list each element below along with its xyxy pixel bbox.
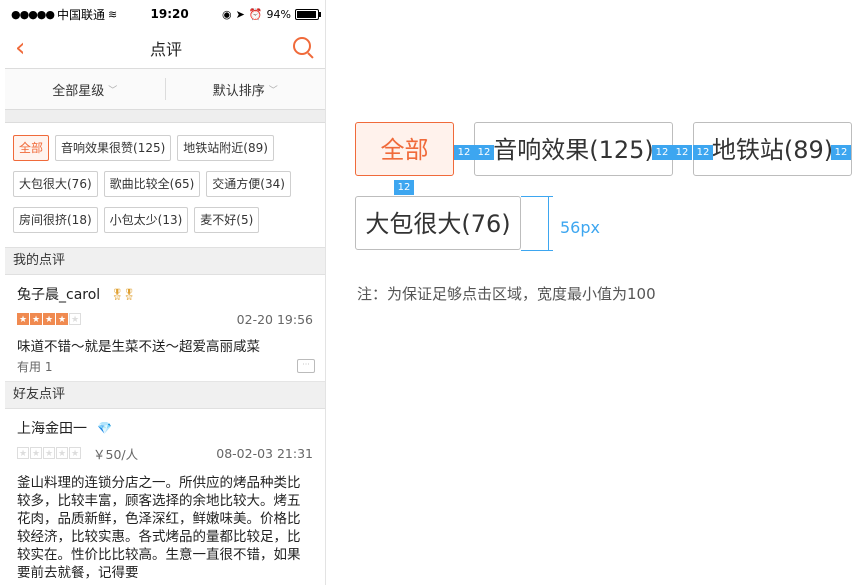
alarm-icon: ⏰	[248, 7, 263, 21]
wifi-icon: ≋	[108, 7, 118, 21]
spacing-marker: 12	[394, 180, 414, 195]
spec-tag-metro: 地铁站(89)	[693, 122, 852, 176]
status-time: 19:20	[150, 7, 189, 21]
review-text: 釜山料理的连锁分店之一。所供应的烤品种类比较多，比较丰富，顾客选择的余地比较大。…	[17, 475, 301, 581]
star-filled-icon: ★	[43, 313, 55, 325]
star-empty-icon: ★	[30, 447, 42, 459]
filter-sort-label: 默认排序	[212, 83, 265, 99]
tag-cloud: 全部 音响效果很赞(125) 地铁站附近(89) 大包很大(76) 歌曲比较全(…	[5, 123, 325, 248]
review-user-row: 兔子晨_carol 🎖🎖	[17, 283, 313, 305]
review-meta: ★ ★ ★ ★ ★ 02-20 19:56	[17, 310, 313, 328]
review-time: 08-02-03 21:31	[216, 445, 313, 461]
chevron-down-icon: ﹀	[268, 85, 278, 96]
review-item[interactable]: 上海金田一 💎 ★ ★ ★ ★ ★ ￥50/人 08-02-03 21:31 釜山料理的…	[5, 409, 325, 585]
tag-all[interactable]: 全部	[13, 135, 50, 161]
tag-row: 大包很大(76) 歌曲比较全(65) 交通方便(34)	[13, 171, 317, 197]
battery-percent: 94%	[266, 7, 291, 21]
review-username: 上海金田一	[17, 421, 87, 437]
battery-fill	[296, 10, 316, 18]
spacing-marker: 12	[652, 145, 672, 160]
nav-bar: ‹ 点评	[5, 28, 325, 69]
review-price: ￥50/人	[93, 446, 139, 462]
spec-note: 注：为保证足够点击区域，宽度最小值为100	[357, 285, 656, 303]
review-rating-price: ★ ★ ★ ★ ★ ￥50/人	[17, 444, 138, 463]
review-useful[interactable]: 有用 1	[17, 358, 313, 375]
signal-icon: ●●●●●	[11, 7, 55, 21]
section-friend-review: 好友点评	[5, 382, 325, 409]
comment-icon[interactable]: ···	[297, 359, 315, 373]
spec-tag-big-room: 大包很大(76)	[355, 196, 521, 250]
tag-small-rooms[interactable]: 小包太少(13)	[103, 207, 189, 233]
status-right: ◉ ➤ ⏰ 94%	[222, 7, 321, 21]
spec-tag-all: 全部	[355, 122, 454, 176]
star-empty-icon: ★	[17, 447, 29, 459]
back-icon[interactable]: ‹	[15, 35, 39, 61]
star-empty-icon: ★	[56, 447, 68, 459]
spacing-marker: 12	[831, 145, 851, 160]
section-gap	[5, 110, 325, 123]
review-meta: ★ ★ ★ ★ ★ ￥50/人 08-02-03 21:31	[17, 444, 313, 462]
star-empty-icon: ★	[43, 447, 55, 459]
tag-metro[interactable]: 地铁站附近(89)	[177, 135, 274, 161]
spacing-marker: 12	[454, 145, 474, 160]
tag-songs[interactable]: 歌曲比较全(65)	[103, 171, 201, 197]
section-my-review: 我的点评	[5, 248, 325, 275]
page-title: 点评	[149, 40, 182, 59]
filter-sort[interactable]: 默认排序 ﹀	[166, 80, 326, 99]
spec-tag-sound: 音响效果(125)	[474, 122, 673, 176]
review-username: 兔子晨_carol	[17, 287, 101, 303]
tag-row: 全部 音响效果很赞(125) 地铁站附近(89)	[13, 135, 317, 161]
spacing-marker: 12	[474, 145, 494, 160]
medal-icon: 🎖🎖	[110, 287, 136, 301]
battery-icon	[294, 8, 321, 20]
phone-screen: ●●●●● 中国联通 ≋ 19:20 ◉ ➤ ⏰ 94% ‹ 点评 全部星级 ﹀…	[5, 0, 326, 585]
review-item[interactable]: 兔子晨_carol 🎖🎖 ★ ★ ★ ★ ★ 02-20 19:56 味道不错～就是生菜…	[5, 275, 325, 382]
status-left: ●●●●● 中国联通 ≋	[11, 6, 117, 23]
search-icon[interactable]	[292, 37, 315, 59]
filter-star-label: 全部星级	[52, 83, 105, 99]
star-empty-icon: ★	[69, 447, 81, 459]
star-filled-icon: ★	[30, 313, 42, 325]
star-filled-icon: ★	[17, 313, 29, 325]
review-text: 味道不错～就是生菜不送～超爱高丽咸菜	[17, 339, 260, 355]
tag-sound[interactable]: 音响效果很赞(125)	[55, 135, 172, 161]
review-time: 02-20 19:56	[236, 311, 313, 327]
filter-star-rating[interactable]: 全部星级 ﹀	[5, 80, 165, 99]
tag-row: 房间很挤(18) 小包太少(13) 麦不好(5)	[13, 207, 317, 233]
star-rating: ★ ★ ★ ★ ★	[17, 313, 81, 325]
star-filled-icon: ★	[56, 313, 68, 325]
spacing-marker: 12	[672, 145, 692, 160]
spacing-marker: 12	[693, 145, 713, 160]
carrier-label: 中国联通	[57, 7, 106, 22]
star-rating: ★ ★ ★ ★ ★	[17, 447, 81, 459]
tag-big-room[interactable]: 大包很大(76)	[13, 171, 98, 197]
chevron-down-icon: ﹀	[108, 85, 118, 96]
dimension-line	[548, 196, 549, 251]
filter-bar: 全部星级 ﹀ 默认排序 ﹀	[5, 69, 325, 110]
tag-mic[interactable]: 麦不好(5)	[194, 207, 260, 233]
status-bar: ●●●●● 中国联通 ≋ 19:20 ◉ ➤ ⏰ 94%	[5, 0, 325, 28]
rotation-lock-icon: ◉	[222, 7, 232, 21]
star-empty-icon: ★	[69, 313, 81, 325]
review-user-row: 上海金田一 💎	[17, 417, 313, 439]
height-label: 56px	[560, 218, 600, 237]
tag-transport[interactable]: 交通方便(34)	[206, 171, 291, 197]
tag-crowded[interactable]: 房间很挤(18)	[13, 207, 98, 233]
diamond-icon: 💎	[97, 421, 112, 435]
location-icon: ➤	[235, 7, 245, 21]
